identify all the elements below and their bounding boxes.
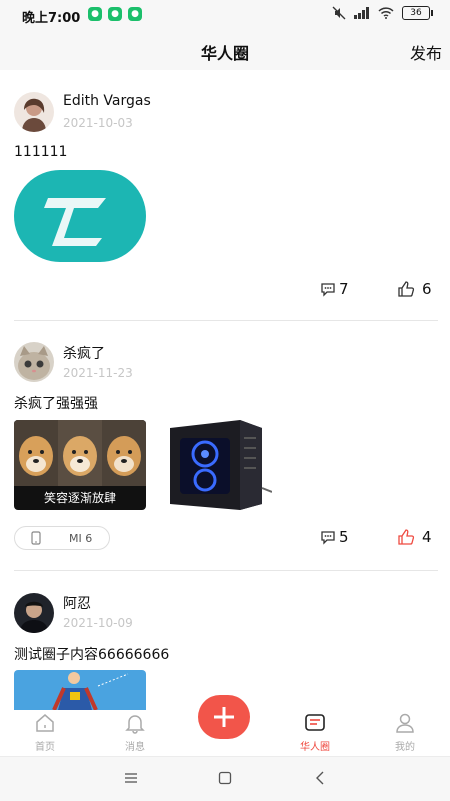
thumbs-up-icon [398, 529, 415, 545]
post-divider [14, 320, 438, 321]
comment-count: 7 [339, 280, 349, 298]
phone-icon [31, 531, 41, 545]
add-post-button[interactable] [198, 695, 250, 739]
avatar[interactable] [14, 92, 54, 132]
comment-icon [321, 283, 335, 297]
post-text: 测试圈子内容66666666 [14, 647, 170, 663]
tab-home[interactable]: 首页 [0, 710, 90, 756]
like-count: 4 [422, 528, 432, 546]
post-image-pc-case[interactable] [162, 418, 273, 512]
post-date: 2021-10-03 [63, 116, 133, 130]
meme-caption: 笑容逐渐放肆 [43, 491, 116, 505]
tab-label: 我的 [395, 742, 415, 753]
home-icon [36, 714, 54, 732]
post-text: 杀疯了强强强 [14, 396, 98, 412]
like-button[interactable]: 6 [397, 280, 432, 298]
tab-messages[interactable]: 消息 [90, 710, 180, 756]
message-square-icon [305, 714, 325, 731]
status-time: 晚上7:00 [22, 11, 81, 26]
avatar[interactable] [14, 342, 54, 382]
app-notification-icon: ● [88, 7, 102, 21]
plus-icon [214, 707, 234, 727]
post-image-meme[interactable]: 笑容逐渐放肆 [14, 420, 146, 510]
app-notification-icon: ● [128, 7, 142, 21]
device-name: MI 6 [69, 531, 93, 545]
post-date: 2021-11-23 [63, 366, 133, 380]
post-date: 2021-10-09 [63, 616, 133, 630]
avatar[interactable] [14, 593, 54, 633]
mute-icon [332, 6, 346, 20]
signal-icon [354, 7, 369, 19]
system-nav-bar [0, 756, 450, 801]
post-image-superhero[interactable] [14, 670, 146, 710]
post-username[interactable]: 阿忍 [63, 593, 91, 613]
device-tag: MI 6 [14, 526, 110, 550]
menu-icon[interactable] [124, 771, 138, 785]
comment-button[interactable]: 7 [320, 280, 349, 298]
status-bar: 晚上7:00 ● ● ● 36 [0, 0, 450, 30]
publish-button[interactable]: 发布 [410, 40, 442, 64]
tab-circle[interactable]: 华人圈 [270, 710, 360, 756]
page-title: 华人圈 [200, 44, 249, 63]
thumbs-up-icon [398, 281, 415, 297]
post-image-logo[interactable] [14, 170, 146, 262]
bell-icon [125, 715, 145, 734]
wifi-icon [378, 7, 394, 19]
post-username[interactable]: Edith Vargas [63, 93, 151, 109]
tab-label: 消息 [125, 742, 145, 753]
like-button[interactable]: 4 [397, 528, 432, 546]
comment-icon [321, 531, 335, 545]
user-icon [396, 713, 414, 733]
tab-label: 华人圈 [300, 742, 330, 753]
comment-button[interactable]: 5 [320, 528, 349, 546]
like-count: 6 [422, 280, 432, 298]
comment-count: 5 [339, 528, 349, 546]
status-notification-icons: ● ● ● [88, 7, 142, 21]
tab-profile[interactable]: 我的 [360, 710, 450, 756]
tab-label: 首页 [35, 742, 55, 753]
post-divider [14, 570, 438, 571]
battery-icon: 36 [402, 6, 433, 20]
home-square-icon[interactable] [218, 771, 232, 785]
wechat-notification-icon: ● [108, 7, 122, 21]
feed-list[interactable]: Edith Vargas 2021-10-03 111111 7 6 杀疯了 2… [0, 70, 450, 710]
back-icon[interactable] [314, 771, 326, 785]
post-text: 111111 [14, 144, 68, 160]
post-username[interactable]: 杀疯了 [63, 343, 105, 363]
top-nav-bar: 华人圈 发布 [0, 30, 450, 70]
